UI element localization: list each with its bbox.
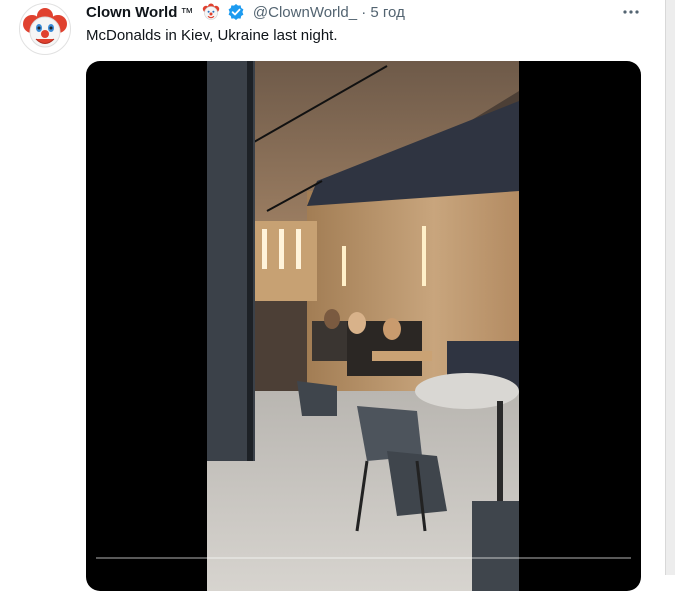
author-name[interactable]: Clown World	[86, 4, 177, 21]
meta-separator: ·	[361, 4, 367, 21]
tweet-text: McDonalds in Kiev, Ukraine last night.	[86, 27, 338, 44]
tweet-header: Clown World ™ @ClownWorld_ · 5 год	[86, 3, 646, 23]
video-frame	[207, 61, 519, 591]
clown-avatar-icon	[23, 8, 67, 48]
video-player[interactable]	[86, 61, 641, 591]
tweet-timestamp[interactable]: 5 год	[370, 4, 404, 21]
more-options-button[interactable]	[618, 4, 644, 20]
window-edge	[665, 0, 675, 575]
clown-face-icon	[202, 3, 220, 27]
avatar[interactable]	[19, 3, 71, 55]
more-horizontal-icon	[623, 10, 639, 14]
video-progress-bar[interactable]	[96, 557, 631, 559]
trademark-symbol: ™	[180, 5, 194, 20]
author-handle[interactable]: @ClownWorld_	[253, 4, 357, 21]
verified-badge-icon	[227, 3, 245, 27]
